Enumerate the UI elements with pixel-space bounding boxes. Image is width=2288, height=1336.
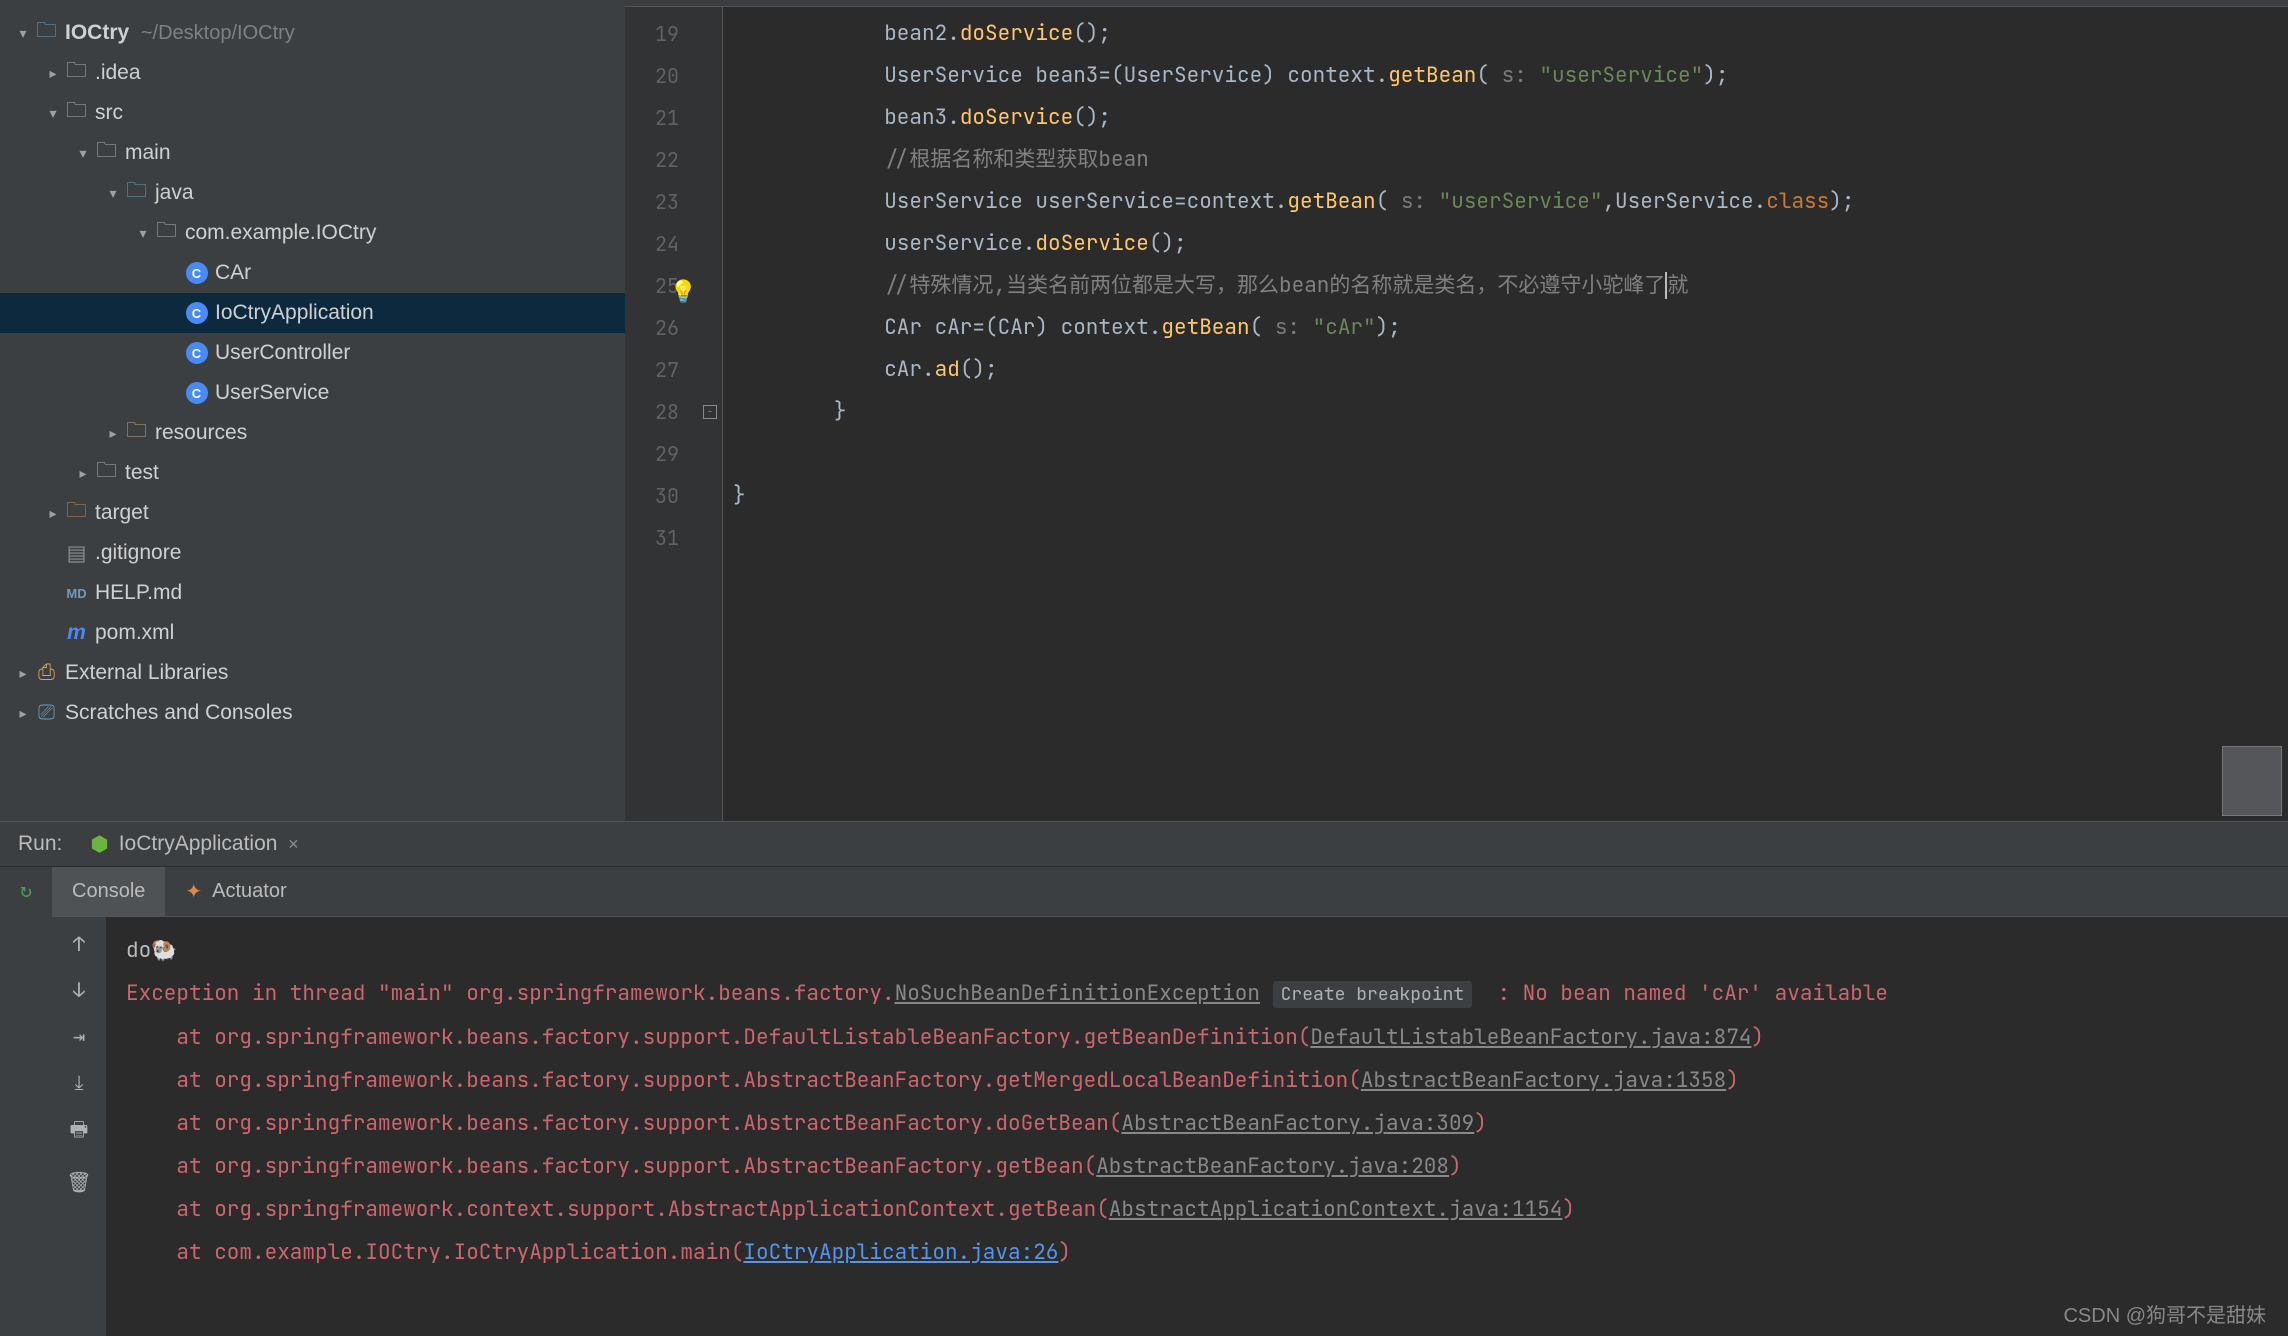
console-tab[interactable]: Console: [52, 867, 165, 916]
tree-label: pom.xml: [95, 621, 174, 645]
scroll-end-icon[interactable]: ⤓: [75, 1069, 84, 1095]
stack-link[interactable]: AbstractBeanFactory.java:309: [1121, 1110, 1474, 1137]
stack-link[interactable]: AbstractBeanFactory.java:208: [1096, 1153, 1449, 1180]
stack-link[interactable]: DefaultListableBeanFactory.java:874: [1310, 1024, 1751, 1051]
tree-row-external-libraries[interactable]: ▸⎙External Libraries: [0, 653, 625, 693]
actuator-tab[interactable]: ✦ Actuator: [165, 867, 306, 916]
tree-row-pom-xml[interactable]: mpom.xml: [0, 613, 625, 653]
print-icon[interactable]: 🖶: [70, 1115, 89, 1149]
tree-label: .idea: [95, 61, 141, 85]
tree-row-java[interactable]: ▾🗀java: [0, 173, 625, 213]
chevron-right-icon[interactable]: ▸: [42, 65, 64, 82]
chevron-right-icon[interactable]: ▸: [42, 505, 64, 522]
tree-label: .gitignore: [95, 541, 181, 565]
actuator-tab-label: Actuator: [212, 880, 286, 903]
chevron-down-icon[interactable]: ▾: [42, 105, 64, 122]
watermark: CSDN @狗哥不是甜妹: [2063, 1299, 2266, 1328]
stack-link[interactable]: AbstractBeanFactory.java:1358: [1361, 1067, 1726, 1094]
tree-label: UserController: [215, 341, 350, 365]
editor-gutter[interactable]: 19202122232425💡262728293031: [625, 7, 701, 821]
rerun-icon[interactable]: ↻: [20, 877, 32, 903]
chevron-right-icon[interactable]: ▸: [12, 705, 34, 722]
chevron-right-icon[interactable]: ▸: [102, 425, 124, 442]
fold-strip[interactable]: −: [701, 7, 723, 821]
tree-row-scratches-and-consoles[interactable]: ▸⎚Scratches and Consoles: [0, 693, 625, 733]
tree-label: UserService: [215, 381, 329, 405]
tree-row-ioctryapplication[interactable]: CIoCtryApplication: [0, 293, 625, 333]
tree-label: main: [125, 141, 171, 165]
minimap[interactable]: [2222, 746, 2282, 816]
chevron-down-icon[interactable]: ▾: [102, 185, 124, 202]
trash-icon[interactable]: 🗑: [66, 1169, 91, 1195]
tree-row--gitignore[interactable]: ▤.gitignore: [0, 533, 625, 573]
tree-label: test: [125, 461, 159, 485]
run-tab-label: IoCtryApplication: [119, 832, 278, 856]
editor-tabs[interactable]: [625, 0, 2288, 7]
tree-label: Scratches and Consoles: [65, 701, 293, 725]
tree-row-usercontroller[interactable]: CUserController: [0, 333, 625, 373]
tree-row-com-example-ioctry[interactable]: ▾🗀com.example.IOCtry: [0, 213, 625, 253]
chevron-right-icon[interactable]: ▸: [12, 665, 34, 682]
chevron-down-icon[interactable]: ▾: [12, 25, 34, 42]
code-area[interactable]: bean2.doService(); UserService bean3=(Us…: [723, 7, 2288, 821]
softwrap-icon[interactable]: ⇥: [73, 1023, 85, 1049]
tree-label: com.example.IOCtry: [185, 221, 376, 245]
project-panel: ▾🗀IOCtry ~/Desktop/IOCtry▸🗀.idea▾🗀src▾🗀m…: [0, 0, 625, 821]
run-left-toolbar: ↻ 🔧 ■ 📷 ⇤ ⫍ 📌: [0, 867, 52, 917]
tree-row--idea[interactable]: ▸🗀.idea: [0, 53, 625, 93]
spring-icon: ⬢: [90, 832, 108, 857]
tree-label: IoCtryApplication: [215, 301, 374, 325]
tree-row-main[interactable]: ▾🗀main: [0, 133, 625, 173]
tree-label: target: [95, 501, 149, 525]
console-tab-label: Console: [72, 880, 145, 903]
stack-link[interactable]: AbstractApplicationContext.java:1154: [1109, 1196, 1563, 1223]
tree-label: resources: [155, 421, 247, 445]
close-icon[interactable]: ✕: [287, 836, 299, 853]
run-tab[interactable]: ⬢ IoCtryApplication ✕: [74, 822, 315, 866]
tree-row-ioctry[interactable]: ▾🗀IOCtry ~/Desktop/IOCtry: [0, 13, 625, 53]
chevron-down-icon[interactable]: ▾: [132, 225, 154, 242]
tree-row-resources[interactable]: ▸🗀resources: [0, 413, 625, 453]
run-header: Run: ⬢ IoCtryApplication ✕: [0, 822, 2288, 867]
run-label: Run:: [6, 832, 74, 856]
tree-label: External Libraries: [65, 661, 228, 685]
tree-label: CAr: [215, 261, 251, 285]
console-output[interactable]: do🐏Exception in thread "main" org.spring…: [106, 917, 2288, 1336]
down-icon[interactable]: ↓: [73, 977, 85, 1003]
project-tree[interactable]: ▾🗀IOCtry ~/Desktop/IOCtry▸🗀.idea▾🗀src▾🗀m…: [0, 7, 625, 821]
tree-row-test[interactable]: ▸🗀test: [0, 453, 625, 493]
create-breakpoint-button[interactable]: Create breakpoint: [1273, 981, 1473, 1008]
project-toolbar: [0, 0, 625, 7]
tree-label: IOCtry: [65, 21, 129, 45]
tree-row-userservice[interactable]: CUserService: [0, 373, 625, 413]
intention-bulb-icon[interactable]: 💡: [670, 271, 697, 313]
fold-toggle-icon[interactable]: −: [703, 405, 717, 419]
chevron-down-icon[interactable]: ▾: [72, 145, 94, 162]
console-toolbar: ↑ ↓ ⇥ ⤓ 🖶 🗑: [52, 917, 106, 1336]
tree-row-help-md[interactable]: MDHELP.md: [0, 573, 625, 613]
editor: 19202122232425💡262728293031 − bean2.doSe…: [625, 0, 2288, 821]
up-icon[interactable]: ↑: [73, 931, 85, 957]
tree-row-target[interactable]: ▸🗀target: [0, 493, 625, 533]
run-left-toolbar-2: [0, 917, 52, 1336]
actuator-icon: ✦: [185, 879, 202, 904]
tree-label: java: [155, 181, 194, 205]
chevron-right-icon[interactable]: ▸: [72, 465, 94, 482]
stack-link[interactable]: IoCtryApplication.java:26: [743, 1239, 1058, 1266]
tree-label: src: [95, 101, 123, 125]
tree-label: HELP.md: [95, 581, 182, 605]
tree-row-car[interactable]: CCAr: [0, 253, 625, 293]
tree-row-src[interactable]: ▾🗀src: [0, 93, 625, 133]
run-panel: Run: ⬢ IoCtryApplication ✕ ↻ 🔧 ■ 📷 ⇤ ⫍ 📌…: [0, 821, 2288, 1336]
